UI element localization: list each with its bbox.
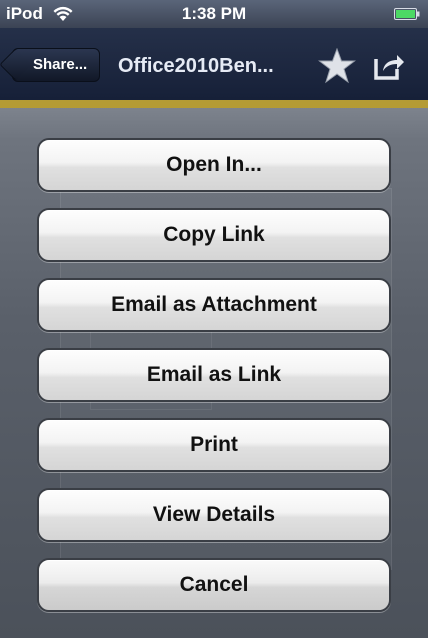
print-button[interactable]: Print <box>37 418 391 472</box>
action-sheet: Open In... Copy Link Email as Attachment… <box>0 108 428 638</box>
email-as-link-button[interactable]: Email as Link <box>37 348 391 402</box>
copy-link-button[interactable]: Copy Link <box>37 208 391 262</box>
status-time: 1:38 PM <box>181 4 247 23</box>
cancel-button[interactable]: Cancel <box>37 558 391 612</box>
star-icon[interactable] <box>318 48 356 84</box>
battery-icon <box>394 8 420 20</box>
view-details-button[interactable]: View Details <box>37 488 391 542</box>
share-icon[interactable] <box>373 51 405 81</box>
navigation-bar: Share... Office2010Ben... <box>0 28 428 100</box>
status-bar: iPod 1:38 PM <box>0 0 428 28</box>
back-button[interactable]: Share... <box>12 48 101 82</box>
open-in-button[interactable]: Open In... <box>37 138 391 192</box>
page-title: Office2010Ben... <box>118 55 274 77</box>
back-button-label: Share... <box>33 56 88 73</box>
email-as-attachment-button[interactable]: Email as Attachment <box>37 278 391 332</box>
document-header-strip <box>0 100 428 108</box>
